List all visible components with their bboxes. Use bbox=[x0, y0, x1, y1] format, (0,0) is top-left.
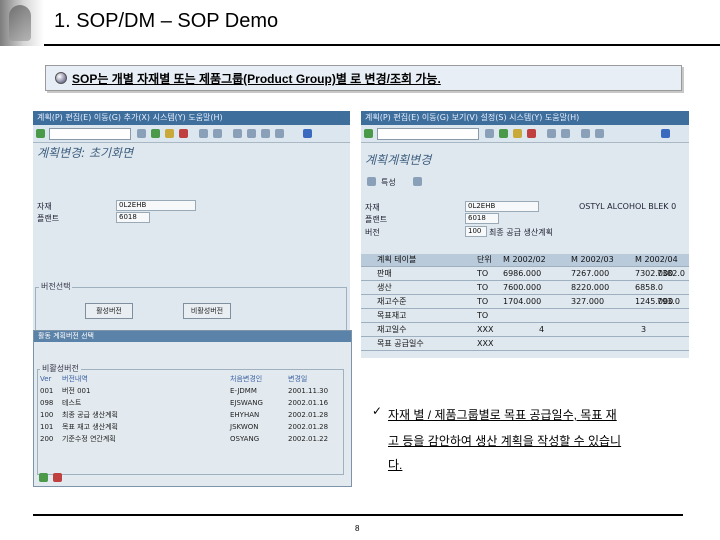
version-label: 버전 bbox=[365, 228, 380, 237]
list-item[interactable]: 098 테스트 EJSWANG 2002.01.16 bbox=[40, 399, 340, 408]
first-page-icon[interactable] bbox=[581, 129, 590, 138]
print-icon[interactable] bbox=[199, 129, 208, 138]
version-list: Ver 버전내역 처음변경인 변경일 001 버전 001 E-JDMM 200… bbox=[40, 375, 340, 471]
cancel-icon[interactable] bbox=[527, 129, 536, 138]
right-menu-bar[interactable]: 계획(P) 편집(E) 이동(G) 보기(V) 설정(S) 시스템(Y) 도움말… bbox=[361, 111, 689, 125]
list-item[interactable]: 001 버전 001 E-JDMM 2001.11.30 bbox=[40, 387, 340, 396]
right-screen-title: 계획계획변경 bbox=[365, 153, 432, 167]
table-row[interactable]: 목표재고 TO bbox=[361, 310, 689, 323]
col-date-header: 변경일 bbox=[288, 375, 308, 383]
command-field[interactable] bbox=[49, 128, 131, 140]
version-description: 최종 공급 생산계획 bbox=[489, 228, 553, 237]
next-page-icon[interactable] bbox=[595, 129, 604, 138]
material-label: 자재 bbox=[365, 203, 380, 212]
previous-page-icon[interactable] bbox=[247, 129, 256, 138]
print-icon[interactable] bbox=[547, 129, 556, 138]
table-row[interactable]: 목표 공급일수 XXX bbox=[361, 338, 689, 351]
slide-header: 1. SOP/DM – SOP Demo bbox=[0, 0, 720, 46]
col-desc-header: 버전내역 bbox=[62, 375, 88, 383]
col-ver-header: Ver bbox=[40, 375, 52, 383]
version-list-header: Ver 버전내역 처음변경인 변경일 bbox=[40, 375, 340, 384]
bullet-icon bbox=[55, 72, 67, 84]
characteristics-icon[interactable] bbox=[367, 177, 376, 186]
plant-label: 플랜트 bbox=[37, 214, 60, 223]
table-row[interactable]: 생산 TO 7600.000 8220.000 6858.0 bbox=[361, 282, 689, 295]
characteristics-tab[interactable]: 특성 bbox=[381, 177, 396, 188]
list-item[interactable]: 100 최종 공급 생산계획 EHYHAN 2002.01.28 bbox=[40, 411, 340, 420]
list-item[interactable]: 101 목표 재고 생산계획 JSKWON 2002.01.28 bbox=[40, 423, 340, 432]
material-label: 자재 bbox=[37, 202, 52, 211]
checkmark-icon: ✓ bbox=[372, 404, 383, 418]
table-row[interactable]: 재고일수 XXX 4 3 bbox=[361, 324, 689, 337]
plant-field: 6018 bbox=[465, 213, 499, 224]
cancel-icon[interactable] bbox=[53, 473, 62, 482]
left-toolbar bbox=[33, 125, 350, 143]
note-line-3: 다. bbox=[388, 458, 403, 472]
version-dialog: 활동 계획버전 선택 비활성버전 Ver 버전내역 처음변경인 변경일 001 … bbox=[33, 330, 352, 487]
left-menu-bar[interactable]: 계획(P) 편집(E) 이동(G) 추가(X) 시스템(Y) 도움말(H) bbox=[33, 111, 350, 125]
first-page-icon[interactable] bbox=[233, 129, 242, 138]
layout-icon[interactable] bbox=[413, 177, 422, 186]
find-icon[interactable] bbox=[213, 129, 222, 138]
enter-icon[interactable] bbox=[364, 129, 373, 138]
dialog-caption: 활동 계획버전 선택 bbox=[34, 331, 351, 342]
help-icon[interactable] bbox=[661, 129, 670, 138]
table-row[interactable]: 판매 TO 6986.000 7267.000 7302.000 7382.0 bbox=[361, 268, 689, 281]
right-toolbar bbox=[361, 125, 689, 143]
back-icon[interactable] bbox=[499, 129, 508, 138]
active-version-button[interactable]: 활성버전 bbox=[85, 303, 133, 319]
inactive-version-button[interactable]: 비활성버전 bbox=[183, 303, 231, 319]
planning-table-header: 계획 테이블 단위 M 2002/02 M 2002/03 M 2002/04 bbox=[361, 254, 689, 267]
slide-title: 1. SOP/DM – SOP Demo bbox=[54, 10, 279, 32]
note-text: ✓ 자재 별 / 제품그룹별로 목표 공급일수, 목표 재 고 등을 감안하여 … bbox=[372, 402, 692, 474]
help-icon[interactable] bbox=[303, 129, 312, 138]
next-page-icon[interactable] bbox=[261, 129, 270, 138]
table-row[interactable]: 재고수준 TO 1704.000 327.000 1245.000 793.0 bbox=[361, 296, 689, 309]
back-icon[interactable] bbox=[151, 129, 160, 138]
material-field: 0L2EHB bbox=[465, 201, 539, 212]
find-icon[interactable] bbox=[561, 129, 570, 138]
note-line-2: 고 등을 감안하여 생산 계획을 작성할 수 있습니 bbox=[388, 434, 622, 448]
last-page-icon[interactable] bbox=[275, 129, 284, 138]
version-field: 100 bbox=[465, 226, 487, 237]
material-field[interactable]: 0L2EHB bbox=[116, 200, 196, 211]
material-description: OSTYL ALCOHOL BLEK 0 bbox=[579, 202, 677, 211]
plant-label: 플랜트 bbox=[365, 215, 388, 224]
header-rule bbox=[44, 44, 720, 46]
page-number: 8 bbox=[355, 524, 360, 533]
exit-icon[interactable] bbox=[165, 129, 174, 138]
planning-table: 계획 테이블 단위 M 2002/02 M 2002/03 M 2002/04 … bbox=[361, 254, 689, 356]
left-screen-title: 계획변경: 초기화면 bbox=[37, 146, 134, 160]
save-icon[interactable] bbox=[485, 129, 494, 138]
note-line-1: 자재 별 / 제품그룹별로 목표 공급일수, 목표 재 bbox=[388, 408, 617, 422]
command-field[interactable] bbox=[377, 128, 479, 140]
footer-rule bbox=[33, 514, 683, 516]
enter-icon[interactable] bbox=[36, 129, 45, 138]
dialog-list-title: 비활성버전 bbox=[40, 363, 81, 374]
confirm-icon[interactable] bbox=[39, 473, 48, 482]
col-creator-header: 처음변경인 bbox=[230, 375, 263, 383]
bullet-text: SOP는 개별 자재별 또는 제품그룹(Product Group)별 로 변경… bbox=[72, 72, 441, 86]
exit-icon[interactable] bbox=[513, 129, 522, 138]
cancel-icon[interactable] bbox=[179, 129, 188, 138]
plant-field[interactable]: 6018 bbox=[116, 212, 150, 223]
list-item[interactable]: 200 기준수정 연간계획 OSYANG 2002.01.22 bbox=[40, 435, 340, 444]
version-group-title: 버전선택 bbox=[39, 281, 73, 292]
bullet-box: SOP는 개별 자재별 또는 제품그룹(Product Group)별 로 변경… bbox=[45, 65, 682, 91]
dialog-footer bbox=[37, 473, 77, 483]
save-icon[interactable] bbox=[137, 129, 146, 138]
statue-logo-icon bbox=[0, 0, 44, 46]
